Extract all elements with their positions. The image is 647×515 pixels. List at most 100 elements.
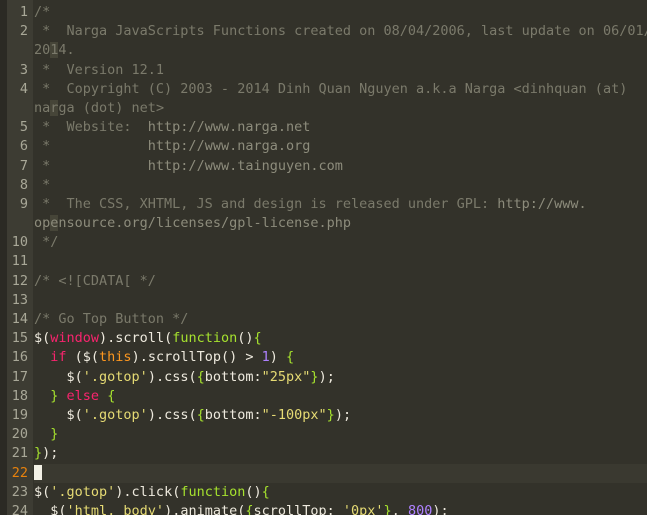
line-number[interactable]: 15 xyxy=(7,329,33,348)
code-line[interactable]: /* xyxy=(34,3,647,22)
line-number[interactable]: 16 xyxy=(7,348,33,367)
code-line[interactable]: * http://www.narga.org xyxy=(34,137,647,156)
code-token: () xyxy=(237,330,254,347)
line-number[interactable]: 4 xyxy=(7,80,33,99)
code-line[interactable]: 2014. xyxy=(34,41,647,60)
code-token: */ xyxy=(34,234,59,251)
code-token: http://www.narga.org xyxy=(147,138,311,155)
code-line[interactable]: opensource.org/licenses/gpl-license.php xyxy=(34,214,647,233)
line-number[interactable]: 13 xyxy=(7,291,33,310)
line-number[interactable]: 2 xyxy=(7,22,33,41)
line-number[interactable]: 18 xyxy=(7,387,33,406)
code-token: 'html, body' xyxy=(66,502,165,515)
code-line[interactable]: $('html, body').animate({scrollTop: '0px… xyxy=(34,502,647,515)
code-line[interactable]: $('.gotop').css({bottom:"25px"}); xyxy=(34,368,647,387)
code-line[interactable]: * xyxy=(34,176,647,195)
code-token: } xyxy=(383,502,392,515)
code-line[interactable]: $('.gotop').click(function(){ xyxy=(34,483,647,502)
line-number[interactable]: 5 xyxy=(7,118,33,137)
code-token: , xyxy=(391,502,408,515)
line-number[interactable]: 24 xyxy=(7,502,33,515)
code-token: { xyxy=(286,349,295,366)
code-token: this xyxy=(99,349,132,366)
code-token: nsource.org/licenses/gpl-license.php xyxy=(58,215,352,232)
code-token: else xyxy=(66,387,100,404)
line-number[interactable]: 14 xyxy=(7,310,33,329)
line-number[interactable]: 6 xyxy=(7,137,33,156)
code-token: { xyxy=(261,483,270,500)
code-token: ($( xyxy=(66,349,100,366)
code-token: } xyxy=(326,406,335,423)
code-token: $( xyxy=(34,330,51,347)
code-token: { xyxy=(196,368,205,385)
code-token: ).css( xyxy=(147,368,197,385)
code-line[interactable]: } xyxy=(34,425,647,444)
code-line-active[interactable] xyxy=(34,463,647,483)
line-number[interactable]: 8 xyxy=(7,176,33,195)
code-line[interactable]: if ($(this).scrollTop() > 1) { xyxy=(34,348,647,367)
line-number[interactable]: 22 xyxy=(7,463,33,483)
code-line[interactable] xyxy=(34,252,647,271)
code-line[interactable]: * Version 12.1 xyxy=(34,61,647,80)
code-line[interactable]: * http://www.tainguyen.com xyxy=(34,157,647,176)
code-line[interactable]: * Website: http://www.narga.net xyxy=(34,118,647,137)
code-line[interactable]: * Copyright (C) 2003 - 2014 Dinh Quan Ng… xyxy=(34,80,647,99)
code-token: ); xyxy=(334,406,352,423)
code-token: ).scroll( xyxy=(99,330,173,347)
line-number[interactable]: 19 xyxy=(7,406,33,425)
code-line[interactable]: $('.gotop').css({bottom:"-100px"}); xyxy=(34,406,647,425)
code-token: ); xyxy=(42,445,59,462)
line-number[interactable]: 17 xyxy=(7,368,33,387)
line-number-continuation[interactable] xyxy=(7,41,33,60)
code-token: if xyxy=(50,349,67,366)
line-number[interactable]: 21 xyxy=(7,444,33,463)
code-token: 20 xyxy=(34,42,51,59)
code-line[interactable]: /* Go Top Button */ xyxy=(34,310,647,329)
line-number[interactable]: 10 xyxy=(7,233,33,252)
code-token: "25px" xyxy=(261,368,311,385)
code-token: '.gotop' xyxy=(82,368,148,385)
code-line[interactable]: * Narga JavaScripts Functions created on… xyxy=(34,22,647,41)
code-line[interactable]: narga (dot) net> xyxy=(34,99,647,118)
code-token: $( xyxy=(34,406,83,423)
code-token: } xyxy=(50,426,59,443)
code-line[interactable]: * The CSS, XHTML, JS and design is relea… xyxy=(34,195,647,214)
line-number[interactable]: 1 xyxy=(7,3,33,22)
code-token: ); xyxy=(318,368,335,385)
line-number-continuation[interactable] xyxy=(7,214,33,233)
line-number[interactable]: 20 xyxy=(7,425,33,444)
code-line[interactable]: } else { xyxy=(34,387,647,406)
text-cursor xyxy=(34,464,42,480)
line-number[interactable]: 11 xyxy=(7,252,33,271)
line-number-continuation[interactable] xyxy=(7,99,33,118)
code-line[interactable] xyxy=(34,291,647,310)
code-token: na xyxy=(34,99,51,116)
code-token: * xyxy=(34,157,148,174)
line-number-gutter[interactable]: 1234567891011121314151617181920212223242… xyxy=(0,0,33,515)
line-number[interactable]: 7 xyxy=(7,157,33,176)
code-token: $( xyxy=(34,483,51,500)
code-line[interactable]: */ xyxy=(34,233,647,252)
code-token: function xyxy=(172,330,238,347)
code-line[interactable]: }); xyxy=(34,444,647,463)
code-line[interactable]: /* <![CDATA[ */ xyxy=(34,272,647,291)
code-line[interactable]: $(window).scroll(function(){ xyxy=(34,329,647,348)
code-token: bottom: xyxy=(204,368,262,385)
line-number[interactable]: 23 xyxy=(7,483,33,502)
code-token: } xyxy=(34,445,43,462)
code-token: $( xyxy=(34,502,67,515)
line-number[interactable]: 9 xyxy=(7,195,33,214)
code-token: /* <![CDATA[ */ xyxy=(34,272,156,289)
line-number[interactable]: 12 xyxy=(7,272,33,291)
line-number[interactable]: 3 xyxy=(7,61,33,80)
code-editor[interactable]: 1234567891011121314151617181920212223242… xyxy=(0,0,647,515)
code-token: "-100px" xyxy=(261,406,327,423)
code-token: http://www.narga.net xyxy=(147,119,311,136)
code-token: ); xyxy=(432,502,449,515)
code-token: '.gotop' xyxy=(50,483,116,500)
code-token: function xyxy=(180,483,246,500)
code-content-area[interactable]: /* * Narga JavaScripts Functions created… xyxy=(33,0,647,515)
code-token: * xyxy=(34,176,51,193)
code-token: * Copyright (C) 2003 - 2014 Dinh Quan Ng… xyxy=(34,80,636,97)
